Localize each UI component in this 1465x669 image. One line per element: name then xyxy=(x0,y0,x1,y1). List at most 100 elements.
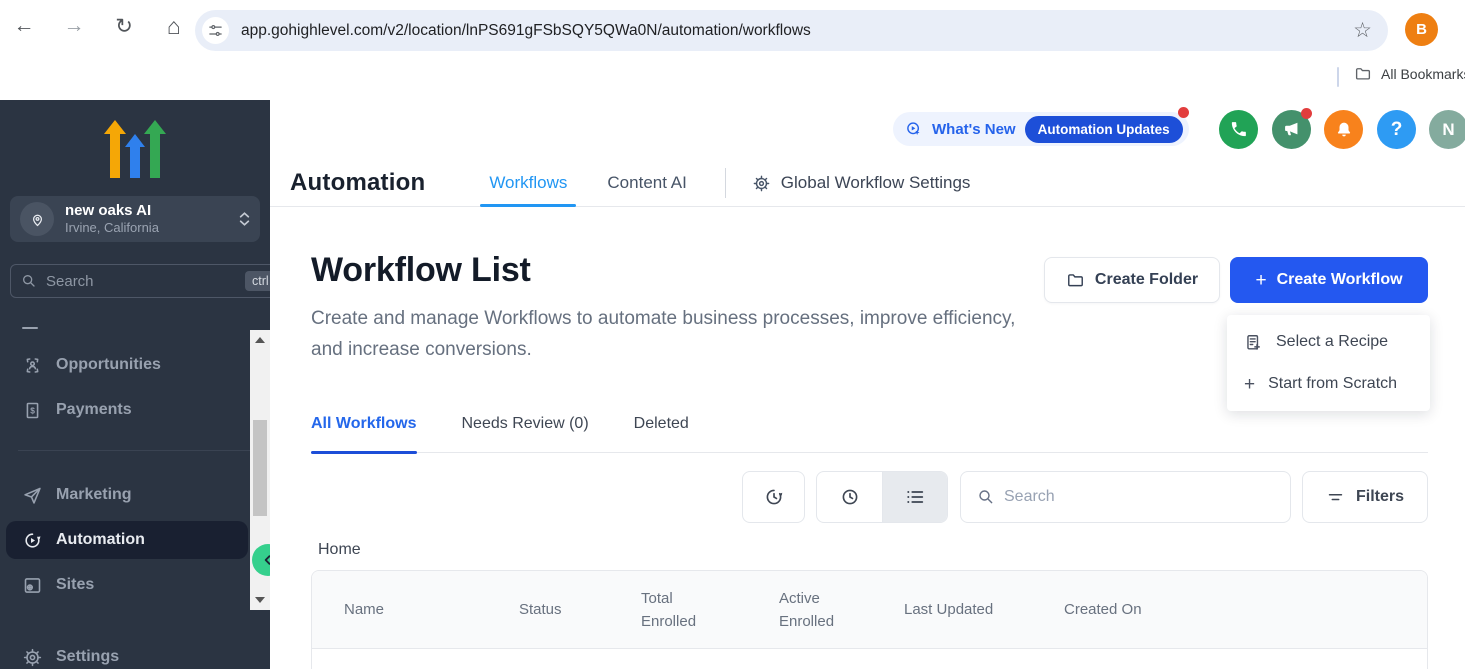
sidebar-item-label: Automation xyxy=(56,531,145,549)
play-circle-icon xyxy=(904,120,923,139)
bell-icon xyxy=(1334,120,1354,140)
sidebar-item-opportunities[interactable]: Opportunities xyxy=(6,346,248,384)
main-content: What's New Automation Updates ? N Automa… xyxy=(270,100,1465,669)
menu-item-select-recipe[interactable]: Select a Recipe xyxy=(1227,321,1430,363)
table-header: Name Status Total Enrolled Active Enroll… xyxy=(312,571,1427,649)
workflow-list-title: Workflow List xyxy=(311,251,531,290)
execution-logs-button[interactable] xyxy=(742,471,805,523)
screen: ← → ↻ ⌂ app.gohighlevel.com/v2/location/… xyxy=(0,0,1465,669)
plus-icon: + xyxy=(1255,271,1266,290)
notification-dot xyxy=(1178,107,1189,118)
bookmarks-bar: All Bookmarks xyxy=(0,60,1465,96)
avatar-initial: N xyxy=(1442,120,1454,140)
megaphone-icon xyxy=(1282,120,1301,139)
scroll-down-arrow-icon[interactable] xyxy=(255,597,265,603)
tab-workflows[interactable]: Workflows xyxy=(489,160,567,207)
menu-item-label: Select a Recipe xyxy=(1276,333,1388,351)
create-folder-button[interactable]: Create Folder xyxy=(1044,257,1220,303)
page-title: Automation xyxy=(290,169,425,197)
phone-button[interactable] xyxy=(1219,110,1258,149)
workflow-table: Name Status Total Enrolled Active Enroll… xyxy=(311,570,1428,669)
create-workflow-label: Create Workflow xyxy=(1277,271,1403,289)
page-header: Automation Workflows Content AI Global W… xyxy=(270,160,1465,207)
menu-item-start-from-scratch[interactable]: + Start from Scratch xyxy=(1227,363,1430,405)
opportunities-icon xyxy=(22,355,43,376)
history-icon xyxy=(763,486,785,508)
sidebar-search-input[interactable] xyxy=(46,273,245,290)
location-pin-icon xyxy=(20,202,54,236)
sidebar-item-automation[interactable]: Automation xyxy=(6,521,248,559)
create-workflow-button[interactable]: + Create Workflow xyxy=(1230,257,1428,303)
tune-icon[interactable] xyxy=(202,17,229,44)
notifications-button[interactable] xyxy=(1324,110,1363,149)
list-view-icon xyxy=(904,486,926,508)
gear-icon xyxy=(752,174,771,193)
sidebar-search[interactable]: ctrl K xyxy=(10,264,296,298)
payments-icon: $ xyxy=(22,400,43,421)
tab-deleted[interactable]: Deleted xyxy=(634,415,689,452)
forward-arrow-icon[interactable]: → xyxy=(60,12,88,40)
global-workflow-settings-link[interactable]: Global Workflow Settings xyxy=(752,173,971,193)
tab-all-workflows[interactable]: All Workflows xyxy=(311,415,417,452)
folder-icon xyxy=(1066,271,1085,290)
view-toggle-group xyxy=(816,471,948,523)
scrollbar-thumb[interactable] xyxy=(253,420,267,516)
sidebar-item-marketing[interactable]: Marketing xyxy=(6,476,248,514)
account-location: Irvine, California xyxy=(65,220,239,236)
browser-toolbar: ← → ↻ ⌂ app.gohighlevel.com/v2/location/… xyxy=(0,0,1465,60)
home-icon[interactable]: ⌂ xyxy=(160,12,188,40)
create-folder-label: Create Folder xyxy=(1095,271,1198,289)
sidebar-item-payments[interactable]: $ Payments xyxy=(6,391,248,429)
breadcrumb[interactable]: Home xyxy=(318,541,361,559)
tab-needs-review[interactable]: Needs Review (0) xyxy=(462,415,589,452)
browser-profile-avatar[interactable]: B xyxy=(1405,13,1438,46)
sidebar-item-label: Opportunities xyxy=(56,356,161,374)
whats-new-button[interactable]: What's New Automation Updates xyxy=(893,112,1189,146)
tab-content-ai[interactable]: Content AI xyxy=(607,160,686,207)
all-bookmarks-button[interactable]: All Bookmarks xyxy=(1354,65,1465,83)
workflow-list-subtitle: Create and manage Workflows to automate … xyxy=(311,303,1021,365)
user-avatar[interactable]: N xyxy=(1429,110,1465,149)
announcements-button[interactable] xyxy=(1272,110,1311,149)
filters-label: Filters xyxy=(1356,488,1404,506)
workflow-search[interactable] xyxy=(960,471,1291,523)
gohighlevel-logo-icon xyxy=(104,120,166,178)
sidebar-item-label: Payments xyxy=(56,401,132,419)
plus-icon: + xyxy=(1244,375,1255,394)
star-icon[interactable]: ☆ xyxy=(1353,20,1372,41)
question-icon: ? xyxy=(1391,119,1403,141)
filters-button[interactable]: Filters xyxy=(1302,471,1428,523)
search-icon xyxy=(21,273,37,289)
list-view-button[interactable] xyxy=(882,472,947,522)
location-switcher[interactable]: new oaks AI Irvine, California xyxy=(10,196,260,242)
automation-icon xyxy=(22,530,43,551)
sites-icon xyxy=(22,575,43,596)
bookmarks-divider xyxy=(1337,67,1339,87)
filter-icon xyxy=(1326,488,1345,507)
address-bar[interactable]: app.gohighlevel.com/v2/location/lnPS691g… xyxy=(195,10,1388,51)
sidebar: new oaks AI Irvine, California ctrl K Op… xyxy=(0,100,270,669)
sidebar-item-sites[interactable]: Sites xyxy=(6,566,248,604)
reload-icon[interactable]: ↻ xyxy=(110,12,138,40)
sidebar-item-settings[interactable]: Settings xyxy=(6,638,248,669)
clock-icon xyxy=(839,486,861,508)
whats-new-label: What's New xyxy=(932,121,1016,138)
column-created-on: Created On xyxy=(1064,571,1142,648)
workflow-tabs: All Workflows Needs Review (0) Deleted xyxy=(311,415,1428,453)
recipe-icon xyxy=(1244,333,1263,352)
phone-icon xyxy=(1229,120,1248,139)
recent-view-button[interactable] xyxy=(817,472,882,522)
scroll-up-arrow-icon[interactable] xyxy=(255,337,265,343)
column-status: Status xyxy=(519,571,562,648)
partial-menu-item xyxy=(22,327,38,329)
column-name: Name xyxy=(344,571,384,648)
column-total-enrolled: Total Enrolled xyxy=(641,571,707,648)
sidebar-item-label: Marketing xyxy=(56,486,132,504)
column-active-enrolled: Active Enrolled xyxy=(779,571,845,648)
help-button[interactable]: ? xyxy=(1377,110,1416,149)
workflow-search-input[interactable] xyxy=(1004,488,1274,506)
sidebar-item-label: Sites xyxy=(56,576,94,594)
automation-updates-badge[interactable]: Automation Updates xyxy=(1025,116,1183,143)
back-arrow-icon[interactable]: ← xyxy=(10,12,38,40)
url-text[interactable]: app.gohighlevel.com/v2/location/lnPS691g… xyxy=(241,22,1353,40)
